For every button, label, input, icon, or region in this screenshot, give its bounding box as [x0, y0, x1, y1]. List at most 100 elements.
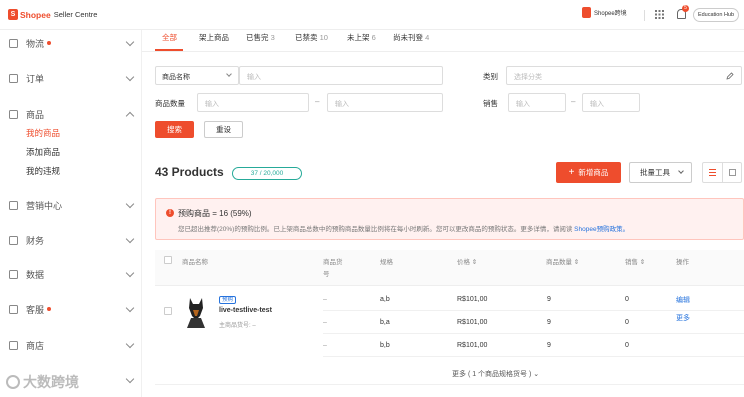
row-divider: [323, 310, 744, 311]
list-view-icon[interactable]: [703, 163, 723, 182]
row-sales: 0: [625, 342, 629, 349]
range-separator: –: [571, 97, 576, 106]
product-checkbox[interactable]: [164, 307, 172, 315]
store-bag-icon: [582, 7, 591, 18]
quantity-max-input[interactable]: 输入: [327, 93, 443, 112]
search-button[interactable]: 搜索: [155, 121, 194, 138]
sales-label: 销售: [483, 99, 498, 108]
col-sku: 商品货: [323, 259, 343, 266]
sidebar-item-label: 客服: [26, 304, 45, 315]
quantity-min-input[interactable]: 输入: [197, 93, 309, 112]
store-switcher[interactable]: Shopee跨境: [582, 7, 627, 18]
chevron-down-icon: [125, 37, 135, 47]
category-label: 类别: [483, 72, 498, 81]
row-stock: 9: [547, 319, 551, 326]
row-sku: –: [323, 296, 327, 303]
plus-icon: +: [568, 167, 575, 178]
tab-all[interactable]: 全部: [162, 32, 177, 43]
row-price: R$101,00: [457, 342, 488, 349]
name-filter-select[interactable]: 商品名称: [155, 66, 239, 85]
add-product-button[interactable]: + 新增商品: [556, 162, 621, 183]
sidebar-item-orders[interactable]: 订单: [9, 71, 137, 85]
tab-live[interactable]: 架上商品: [199, 32, 229, 43]
tab-sold-out[interactable]: 已售完 3: [246, 32, 275, 43]
product-name[interactable]: live-testlive-test: [219, 307, 272, 314]
row-price: R$101,00: [457, 296, 488, 303]
sidebar-item-marketing[interactable]: 营销中心: [9, 198, 137, 212]
shopee-logo[interactable]: S Shopee Seller Centre: [8, 9, 97, 20]
more-link[interactable]: 更多: [676, 313, 690, 323]
row-sales: 0: [625, 296, 629, 303]
sidebar-item-logistics[interactable]: 物流: [9, 36, 137, 50]
bulk-tools-dropdown[interactable]: 批量工具: [629, 162, 692, 183]
alert-title: 预购商品 = 16 (59%): [178, 209, 252, 218]
col-price[interactable]: 价格 ⇕: [457, 256, 477, 266]
sidebar-sub-violations[interactable]: 我的违规: [26, 165, 60, 177]
education-hub-button[interactable]: Education Hub: [693, 8, 739, 22]
chevron-down-icon: [125, 199, 135, 209]
category-select[interactable]: 选择分类: [506, 66, 742, 85]
store-label: Shopee跨境: [594, 11, 627, 17]
shopee-bag-icon: S: [8, 9, 18, 20]
chevron-down-icon: [125, 374, 135, 384]
chevron-down-icon: [125, 234, 135, 244]
preorder-policy-link[interactable]: Shopee预购政策。: [574, 226, 629, 233]
parent-sku: 主商品货号: –: [219, 323, 256, 329]
col-variation: 规格: [380, 259, 393, 266]
tab-banned[interactable]: 已禁卖 10: [295, 32, 328, 43]
product-image[interactable]: [181, 294, 211, 328]
col-action: 操作: [676, 259, 689, 266]
more-variations-link[interactable]: 更多 ( 1 个商品规格货号 ) ⌄: [452, 369, 539, 379]
tab-unlisted[interactable]: 未上架 6: [347, 32, 376, 43]
row-price: R$101,00: [457, 319, 488, 326]
sales-max-input[interactable]: 输入: [582, 93, 640, 112]
row-stock: 9: [547, 296, 551, 303]
row-variation: b,a: [380, 319, 390, 326]
products-count-title: 43 Products: [155, 165, 224, 179]
col-name: 商品名称: [182, 259, 208, 266]
preorder-alert: ! 预购商品 = 16 (59%) 您已超出推荐(20%)的预购比例。已上架商品…: [155, 198, 744, 240]
logo-text: Shopee: [20, 9, 51, 20]
grid-view-icon[interactable]: [729, 169, 736, 176]
reset-button[interactable]: 重设: [204, 121, 243, 138]
alert-dot: [47, 41, 52, 45]
sidebar-sub-add-product[interactable]: 添加商品: [26, 146, 60, 158]
sales-min-input[interactable]: 输入: [508, 93, 566, 112]
bag-icon: [9, 109, 18, 119]
chevron-down-icon: [125, 72, 135, 82]
sidebar-item-shop[interactable]: 商店: [9, 338, 137, 352]
sidebar-item-products[interactable]: 商品: [9, 107, 137, 121]
tab-unpublished[interactable]: 尚未刊登 4: [393, 32, 429, 43]
product-limit-badge: 37 / 20,000: [232, 167, 302, 180]
col-stock[interactable]: 商品数量 ⇕: [546, 256, 579, 266]
row-sales: 0: [625, 319, 629, 326]
chart-icon: [9, 269, 18, 279]
row-stock: 9: [547, 342, 551, 349]
quantity-label: 商品数量: [155, 99, 185, 108]
sidebar-item-data[interactable]: 数据: [9, 267, 137, 281]
sidebar-item-customer-service[interactable]: 客服: [9, 302, 137, 316]
chevron-down-icon: ⌄: [533, 371, 540, 378]
logo-subtitle: Seller Centre: [53, 10, 98, 19]
select-all-checkbox[interactable]: [164, 256, 172, 264]
row-sku: –: [323, 319, 327, 326]
main-content: 全部 架上商品 已售完 3 已禁卖 10 未上架 6 尚未刊登 4 商品名称 输…: [142, 30, 744, 397]
row-sku: –: [323, 342, 327, 349]
apps-grid-icon[interactable]: [655, 10, 664, 19]
name-search-input[interactable]: 输入: [239, 66, 443, 85]
sidebar-sub-my-products[interactable]: 我的商品: [26, 127, 60, 139]
chevron-down-icon: [678, 168, 684, 174]
sidebar: 物流 订单 商品 我的商品 添加商品 我的违规 营销中心 财务 数据 客服 商店: [0, 30, 142, 397]
edit-link[interactable]: 编辑: [676, 295, 690, 305]
col-sku-line2: 号: [323, 271, 330, 278]
sidebar-item-label: 商店: [26, 340, 45, 351]
divider: [644, 10, 645, 21]
sidebar-item-label: 营销中心: [26, 200, 63, 211]
range-separator: –: [315, 97, 320, 106]
view-toggle: [702, 162, 742, 183]
warning-icon: !: [166, 209, 174, 217]
row-divider: [323, 333, 744, 334]
alert-body: 您已超出推荐(20%)的预购比例。已上架商品总数中的预购商品数量比例将在每小时刷…: [178, 226, 630, 233]
col-sales[interactable]: 销售 ⇕: [625, 256, 645, 266]
sidebar-item-finance[interactable]: 财务: [9, 233, 137, 247]
